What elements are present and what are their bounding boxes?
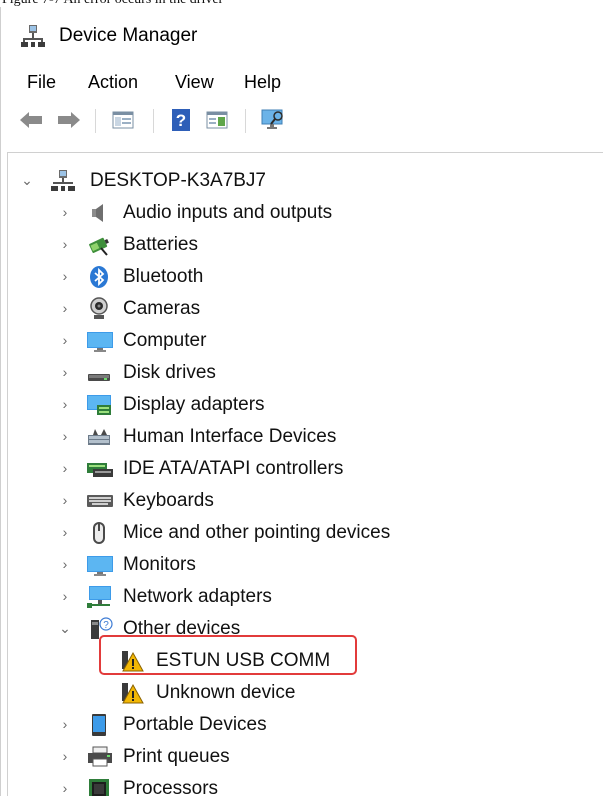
tree-item-label: Cameras bbox=[123, 298, 201, 319]
tree-item-label: Network adapters bbox=[123, 586, 272, 607]
toolbar-separator bbox=[153, 109, 154, 133]
tree-item-label: Unknown device bbox=[156, 682, 296, 703]
chevron-right-icon[interactable]: › bbox=[58, 458, 72, 478]
chevron-right-icon[interactable]: › bbox=[58, 426, 72, 446]
tree-item-print-queues[interactable]: › Print queues bbox=[8, 742, 598, 772]
chevron-right-icon[interactable]: › bbox=[58, 298, 72, 318]
help-icon[interactable]: ? bbox=[167, 105, 195, 135]
bluetooth-icon bbox=[87, 265, 111, 289]
window-title: Device Manager bbox=[59, 25, 198, 46]
device-manager-window: Device Manager File Action View Help ? ⌄… bbox=[0, 7, 603, 796]
mouse-icon bbox=[87, 521, 111, 545]
tree-item-processors[interactable]: › Processors bbox=[8, 774, 598, 796]
tree-item-hid[interactable]: › Human Interface Devices bbox=[8, 422, 598, 452]
chevron-right-icon[interactable]: › bbox=[58, 490, 72, 510]
properties-icon[interactable] bbox=[203, 105, 231, 135]
tree-item-cameras[interactable]: › Cameras bbox=[8, 294, 598, 324]
menu-help[interactable]: Help bbox=[244, 69, 281, 95]
forward-arrow-icon[interactable] bbox=[55, 105, 83, 135]
tree-item-label: Processors bbox=[123, 778, 219, 796]
chevron-down-icon[interactable]: ⌄ bbox=[58, 618, 72, 638]
tree-item-label: Disk drives bbox=[123, 362, 216, 383]
monitor-icon bbox=[87, 329, 113, 353]
chevron-right-icon[interactable]: › bbox=[58, 330, 72, 350]
tree-item-label: IDE ATA/ATAPI controllers bbox=[123, 458, 344, 479]
chevron-right-icon[interactable]: › bbox=[58, 714, 72, 734]
processor-icon bbox=[87, 777, 111, 796]
tree-item-label: Audio inputs and outputs bbox=[123, 202, 333, 223]
svg-text:?: ? bbox=[176, 111, 186, 130]
disk-drive-icon bbox=[87, 361, 111, 385]
menu-file[interactable]: File bbox=[27, 69, 56, 95]
chevron-right-icon[interactable]: › bbox=[58, 778, 72, 796]
hid-icon bbox=[87, 425, 111, 449]
tree-item-label: Batteries bbox=[123, 234, 198, 255]
display-adapter-icon bbox=[87, 393, 111, 417]
device-manager-icon bbox=[21, 25, 45, 47]
tree-item-portable-devices[interactable]: › Portable Devices bbox=[8, 710, 598, 740]
chevron-right-icon[interactable]: › bbox=[58, 362, 72, 382]
scan-hardware-icon[interactable] bbox=[259, 105, 287, 135]
tree-item-label: Human Interface Devices bbox=[123, 426, 337, 447]
tree-item-ide[interactable]: › IDE ATA/ATAPI controllers bbox=[8, 454, 598, 484]
menu-view[interactable]: View bbox=[175, 69, 214, 95]
tree-item-batteries[interactable]: › Batteries bbox=[8, 230, 598, 260]
tree-item-mice[interactable]: › Mice and other pointing devices bbox=[8, 518, 598, 548]
menu-bar: File Action View Help bbox=[1, 69, 603, 97]
chevron-right-icon[interactable]: › bbox=[58, 394, 72, 414]
tree-item-network-adapters[interactable]: › Network adapters bbox=[8, 582, 598, 612]
tree-item-label: Computer bbox=[123, 330, 207, 351]
tree-item-display-adapters[interactable]: › Display adapters bbox=[8, 390, 598, 420]
chevron-down-icon[interactable]: ⌄ bbox=[20, 170, 34, 190]
camera-icon bbox=[87, 297, 111, 321]
tree-item-unknown-device[interactable]: Unknown device bbox=[8, 678, 598, 708]
tree-item-disk-drives[interactable]: › Disk drives bbox=[8, 358, 598, 388]
tree-item-label: Portable Devices bbox=[123, 714, 267, 735]
svg-text:?: ? bbox=[103, 620, 109, 631]
tree-item-label: Display adapters bbox=[123, 394, 265, 415]
chevron-right-icon[interactable]: › bbox=[58, 746, 72, 766]
chevron-right-icon[interactable]: › bbox=[58, 202, 72, 222]
tree-item-bluetooth[interactable]: › Bluetooth bbox=[8, 262, 598, 292]
tree-item-audio[interactable]: › Audio inputs and outputs bbox=[8, 198, 598, 228]
chevron-right-icon[interactable]: › bbox=[58, 554, 72, 574]
speaker-icon bbox=[87, 201, 111, 225]
chevron-right-icon[interactable]: › bbox=[58, 586, 72, 606]
title-bar: Device Manager bbox=[1, 7, 603, 59]
printer-icon bbox=[87, 745, 112, 769]
tree-item-label: Mice and other pointing devices bbox=[123, 522, 391, 543]
toolbar-separator bbox=[245, 109, 246, 133]
tree-item-monitors[interactable]: › Monitors bbox=[8, 550, 598, 580]
tree-root-node[interactable]: ⌄ DESKTOP-K3A7BJ7 bbox=[8, 166, 598, 196]
network-adapter-icon bbox=[87, 585, 111, 609]
tree-item-label: Keyboards bbox=[123, 490, 214, 511]
tree-item-computer[interactable]: › Computer bbox=[8, 326, 598, 356]
keyboard-icon bbox=[87, 489, 113, 513]
ide-controller-icon bbox=[87, 457, 113, 481]
show-hide-console-tree-icon[interactable] bbox=[109, 105, 137, 135]
chevron-right-icon[interactable]: › bbox=[58, 266, 72, 286]
device-tree: ⌄ DESKTOP-K3A7BJ7 › Audio inputs and out… bbox=[7, 152, 603, 796]
tree-root-label: DESKTOP-K3A7BJ7 bbox=[90, 170, 267, 191]
error-highlight-box bbox=[99, 635, 357, 675]
portable-device-icon bbox=[87, 713, 111, 737]
tree-item-label: Bluetooth bbox=[123, 266, 204, 287]
warning-device-icon bbox=[120, 681, 144, 705]
tree-item-label: Monitors bbox=[123, 554, 196, 575]
toolbar-separator bbox=[95, 109, 96, 133]
monitor-icon bbox=[87, 553, 113, 577]
battery-icon bbox=[87, 233, 111, 257]
chevron-right-icon[interactable]: › bbox=[58, 522, 72, 542]
computer-network-icon bbox=[51, 169, 75, 193]
back-arrow-icon[interactable] bbox=[17, 105, 45, 135]
tree-item-label: Print queues bbox=[123, 746, 230, 767]
chevron-right-icon[interactable]: › bbox=[58, 234, 72, 254]
menu-action[interactable]: Action bbox=[88, 69, 138, 95]
tree-item-keyboards[interactable]: › Keyboards bbox=[8, 486, 598, 516]
toolbar: ? bbox=[1, 105, 603, 141]
